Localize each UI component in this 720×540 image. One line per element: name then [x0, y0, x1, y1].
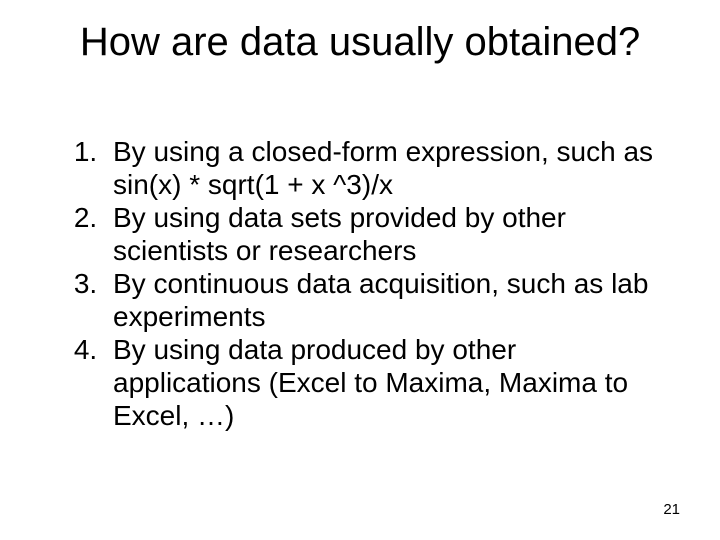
list-item: By using a closed-form expression, such …: [105, 135, 670, 201]
slide-body: By using a closed-form expression, such …: [50, 135, 670, 432]
list-item-text: By using data sets provided by other sci…: [113, 202, 566, 266]
slide-title: How are data usually obtained?: [0, 20, 720, 65]
numbered-list: By using a closed-form expression, such …: [50, 135, 670, 432]
list-item: By using data produced by other applicat…: [105, 333, 670, 432]
slide: How are data usually obtained? By using …: [0, 0, 720, 540]
list-item-text: By using a closed-form expression, such …: [113, 136, 653, 200]
list-item-text: By continuous data acquisition, such as …: [113, 268, 648, 332]
list-item: By continuous data acquisition, such as …: [105, 267, 670, 333]
list-item-text: By using data produced by other applicat…: [113, 334, 628, 431]
page-number: 21: [663, 501, 680, 518]
list-item: By using data sets provided by other sci…: [105, 201, 670, 267]
